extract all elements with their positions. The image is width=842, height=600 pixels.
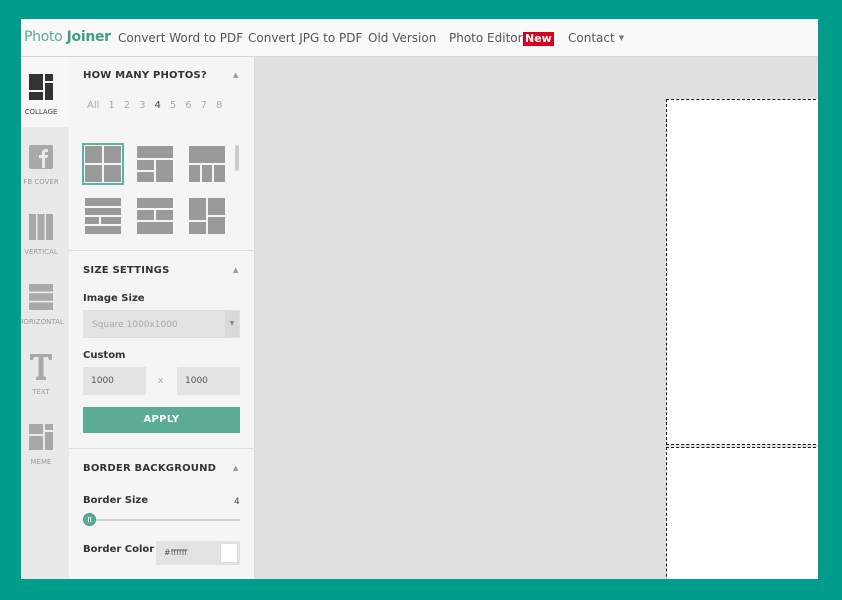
count-option-7[interactable]: 7 bbox=[201, 100, 207, 111]
nav-link-convert-jpg[interactable]: Convert JPG to PDF bbox=[248, 31, 362, 45]
chevron-down-icon: ▼ bbox=[618, 34, 625, 42]
nav-link-contact[interactable]: Contact ▼ bbox=[568, 31, 624, 45]
brand-photo-text: Photo bbox=[24, 29, 63, 45]
count-option-4[interactable]: 4 bbox=[155, 100, 161, 111]
section-divider bbox=[69, 448, 254, 449]
border-size-value: 4 bbox=[234, 497, 240, 507]
collage-cell-bottom[interactable] bbox=[666, 447, 818, 579]
collage-icon bbox=[29, 74, 53, 100]
rail-label-meme: MEME bbox=[30, 458, 52, 466]
horizontal-icon bbox=[29, 284, 53, 310]
count-option-2[interactable]: 2 bbox=[124, 100, 130, 111]
count-option-all[interactable]: All bbox=[87, 100, 99, 111]
rail-label-collage: COLLAGE bbox=[24, 108, 58, 116]
chevron-down-icon: ▼ bbox=[225, 311, 239, 337]
count-option-8[interactable]: 8 bbox=[216, 100, 222, 111]
vertical-icon bbox=[29, 214, 53, 240]
section-title-how-many: HOW MANY PHOTOS? bbox=[83, 70, 207, 81]
photojoiner-app: Photo Joiner Convert Word to PDF Convert… bbox=[21, 19, 818, 579]
custom-size-label: Custom bbox=[83, 350, 126, 361]
top-navigation: Photo Joiner Convert Word to PDF Convert… bbox=[21, 19, 818, 57]
count-option-5[interactable]: 5 bbox=[170, 100, 176, 111]
width-input[interactable]: 1000 bbox=[83, 367, 146, 395]
text-icon bbox=[30, 354, 52, 380]
rail-item-vertical[interactable]: VERTICAL bbox=[21, 197, 69, 267]
nav-link-convert-word[interactable]: Convert Word to PDF bbox=[118, 31, 243, 45]
layout-scrollbar[interactable] bbox=[235, 145, 239, 171]
image-size-select[interactable]: Square 1000x1000 ▼ bbox=[83, 310, 240, 338]
image-size-value: Square 1000x1000 bbox=[92, 320, 178, 330]
collapse-icon[interactable]: ▲ bbox=[233, 464, 238, 472]
rail-item-horizontal[interactable]: HORIZONTAL bbox=[21, 267, 69, 337]
tool-rail: COLLAGE FB COVER VERTICAL HORIZONTAL TEX… bbox=[21, 57, 69, 579]
count-option-6[interactable]: 6 bbox=[185, 100, 191, 111]
size-separator: x bbox=[158, 376, 164, 386]
border-size-slider-handle[interactable] bbox=[83, 513, 96, 526]
rail-item-fb-cover[interactable]: FB COVER bbox=[21, 127, 69, 197]
image-size-label: Image Size bbox=[83, 293, 145, 304]
collapse-icon[interactable]: ▲ bbox=[233, 266, 238, 274]
rail-label-fb-cover: FB COVER bbox=[23, 178, 59, 186]
layout-thumb-rows-mixed[interactable] bbox=[137, 198, 173, 234]
layout-thumb-top-three[interactable] bbox=[137, 146, 173, 182]
brand-logo[interactable]: Photo Joiner bbox=[24, 29, 111, 45]
collapse-icon[interactable]: ▲ bbox=[233, 71, 238, 79]
nav-contact-label: Contact bbox=[568, 31, 615, 45]
nav-link-photo-editor[interactable]: Photo Editor bbox=[449, 31, 523, 45]
section-divider bbox=[69, 250, 254, 251]
rail-label-horizontal: HORIZONTAL bbox=[21, 318, 64, 326]
border-size-label: Border Size bbox=[83, 495, 149, 506]
rail-item-meme[interactable]: MEME bbox=[21, 407, 69, 477]
rail-label-vertical: VERTICAL bbox=[24, 248, 58, 256]
rail-label-text: TEXT bbox=[32, 388, 50, 396]
apply-button[interactable]: APPLY bbox=[83, 407, 240, 433]
photo-count-selector: All 1 2 3 4 5 6 7 8 bbox=[87, 100, 231, 111]
section-title-border-background: BORDER BACKGROUND bbox=[83, 463, 217, 474]
count-option-1[interactable]: 1 bbox=[108, 100, 114, 111]
brand-joiner-text: Joiner bbox=[66, 29, 112, 45]
section-title-size-settings: SIZE SETTINGS bbox=[83, 265, 170, 276]
nav-link-old-version[interactable]: Old Version bbox=[368, 31, 436, 45]
new-badge: New bbox=[523, 32, 554, 46]
count-option-3[interactable]: 3 bbox=[139, 100, 145, 111]
settings-panel: HOW MANY PHOTOS? ▲ All 1 2 3 4 5 6 7 8 S… bbox=[69, 57, 255, 579]
height-input[interactable]: 1000 bbox=[177, 367, 240, 395]
layout-thumb-rows-offset[interactable] bbox=[85, 198, 121, 234]
border-size-track[interactable] bbox=[83, 519, 240, 521]
rail-item-collage[interactable]: COLLAGE bbox=[21, 57, 69, 127]
collage-canvas-area bbox=[255, 57, 818, 579]
border-color-swatch[interactable] bbox=[220, 543, 238, 563]
meme-icon bbox=[29, 424, 53, 450]
rail-item-text[interactable]: TEXT bbox=[21, 337, 69, 407]
border-color-label: Border Color bbox=[83, 544, 155, 555]
collage-cell-top[interactable] bbox=[666, 99, 818, 445]
layout-thumb-top-split[interactable] bbox=[189, 146, 225, 182]
layout-thumb-grid-2x2[interactable] bbox=[82, 143, 124, 185]
facebook-icon bbox=[29, 145, 53, 169]
layout-thumb-columns[interactable] bbox=[189, 198, 225, 234]
